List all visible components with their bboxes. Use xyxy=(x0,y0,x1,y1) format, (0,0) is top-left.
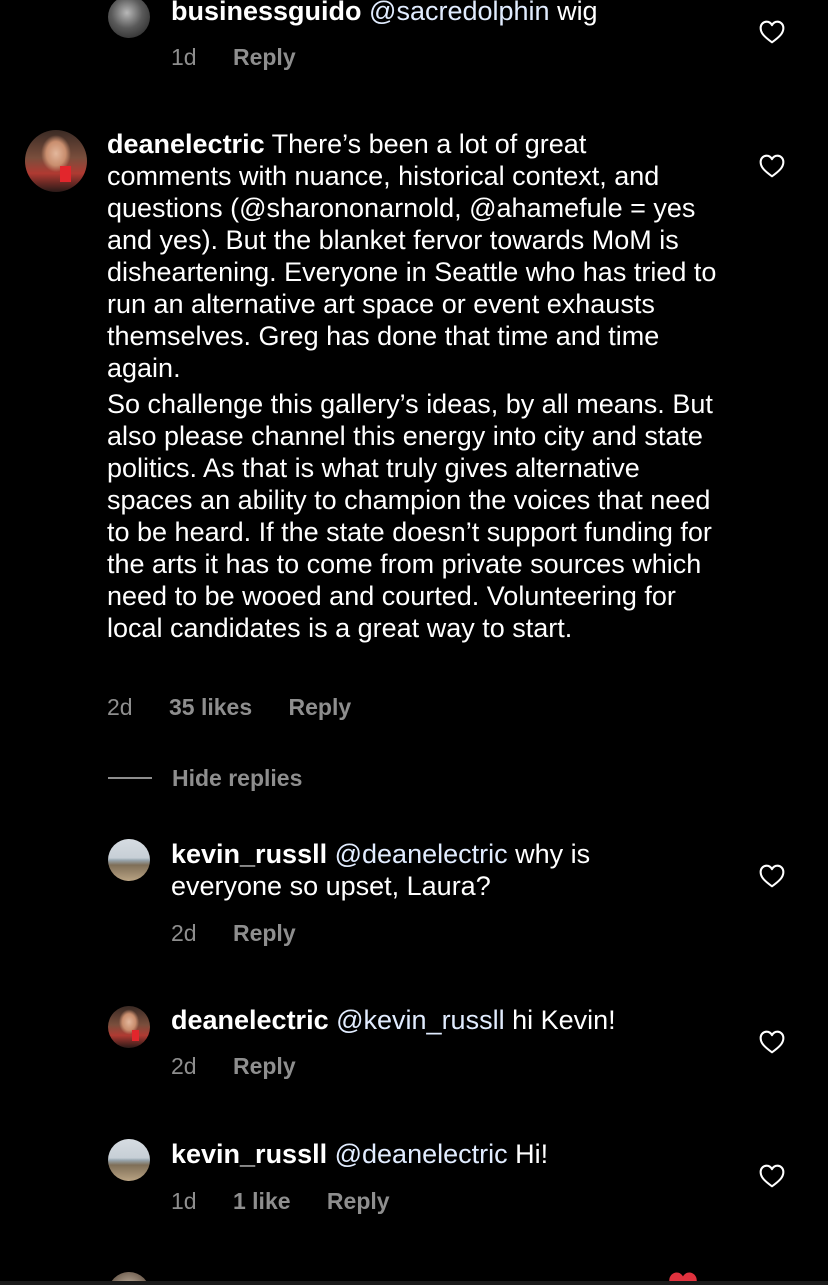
hide-replies-line xyxy=(108,777,152,779)
comment-text: businessguido @sacredolphin wig xyxy=(171,0,731,27)
reply-time: 1d xyxy=(171,1188,197,1214)
reply-kevin-russll-2: kevin_russll @deanelectric Hi! 1d 1 like… xyxy=(0,1135,828,1245)
comment-time: 2d xyxy=(107,694,133,720)
reply-body: Hi! xyxy=(507,1139,549,1169)
like-heart-icon[interactable] xyxy=(759,1030,785,1054)
avatar[interactable] xyxy=(108,839,150,881)
reply-mention[interactable]: @kevin_russll xyxy=(336,1005,504,1035)
comment-body-paragraph-2: So challenge this gallery’s ideas, by al… xyxy=(107,389,713,643)
reply-text: kevin_russll @deanelectric Hi! xyxy=(171,1138,731,1170)
comment-businessguido: businessguido @sacredolphin wig 1d Reply xyxy=(0,0,828,90)
reply-meta: 2d Reply xyxy=(171,1052,296,1080)
reply-username[interactable]: deanelectric xyxy=(171,1005,329,1035)
reply-meta: 1d 1 like Reply xyxy=(171,1187,390,1215)
comment-username[interactable]: businessguido xyxy=(171,0,362,26)
avatar[interactable] xyxy=(25,130,87,192)
likes-count[interactable]: 35 likes xyxy=(169,693,252,721)
like-heart-icon[interactable] xyxy=(759,1164,785,1188)
comment-mention[interactable]: @sacredolphin xyxy=(369,0,550,26)
bottom-edge xyxy=(0,1281,828,1285)
avatar[interactable] xyxy=(108,1006,150,1048)
reply-username[interactable]: kevin_russll xyxy=(171,839,327,869)
comment-body: wig xyxy=(549,0,598,26)
reply-mention[interactable]: @deanelectric xyxy=(335,839,508,869)
like-heart-icon[interactable] xyxy=(759,154,785,178)
reply-mention[interactable]: @deanelectric xyxy=(335,1139,508,1169)
like-heart-icon[interactable] xyxy=(759,20,785,44)
reply-time: 2d xyxy=(171,920,197,946)
like-heart-icon[interactable] xyxy=(759,864,785,888)
comment-meta: 1d Reply xyxy=(171,43,296,71)
avatar[interactable] xyxy=(108,0,150,38)
comment-username[interactable]: deanelectric xyxy=(107,129,265,159)
hide-replies-button[interactable]: Hide replies xyxy=(108,762,302,794)
reply-button[interactable]: Reply xyxy=(233,919,296,947)
likes-count[interactable]: 1 like xyxy=(233,1187,291,1215)
reply-button[interactable]: Reply xyxy=(233,43,296,71)
reply-body: hi Kevin! xyxy=(504,1005,616,1035)
comment-meta: 2d 35 likes Reply xyxy=(107,693,351,721)
reply-meta: 2d Reply xyxy=(171,919,296,947)
reply-deanelectric: deanelectric @kevin_russll hi Kevin! 2d … xyxy=(0,1001,828,1101)
reply-time: 2d xyxy=(171,1053,197,1079)
comment-text: deanelectric There’s been a lot of great… xyxy=(107,128,717,644)
avatar[interactable] xyxy=(108,1139,150,1181)
reply-text: deanelectric @kevin_russll hi Kevin! xyxy=(171,1004,731,1036)
reply-button[interactable]: Reply xyxy=(289,693,352,721)
comment-body-paragraph-1: There’s been a lot of great comments wit… xyxy=(107,129,717,383)
reply-button[interactable]: Reply xyxy=(327,1187,390,1215)
comment-deanelectric: deanelectric There’s been a lot of great… xyxy=(0,120,828,730)
reply-username[interactable]: kevin_russll xyxy=(171,1139,327,1169)
reply-kevin-russll-1: kevin_russll @deanelectric why is everyo… xyxy=(0,835,828,955)
comment-time: 1d xyxy=(171,44,197,70)
reply-button[interactable]: Reply xyxy=(233,1052,296,1080)
hide-replies-label: Hide replies xyxy=(172,764,303,791)
reply-text: kevin_russll @deanelectric why is everyo… xyxy=(171,838,641,902)
